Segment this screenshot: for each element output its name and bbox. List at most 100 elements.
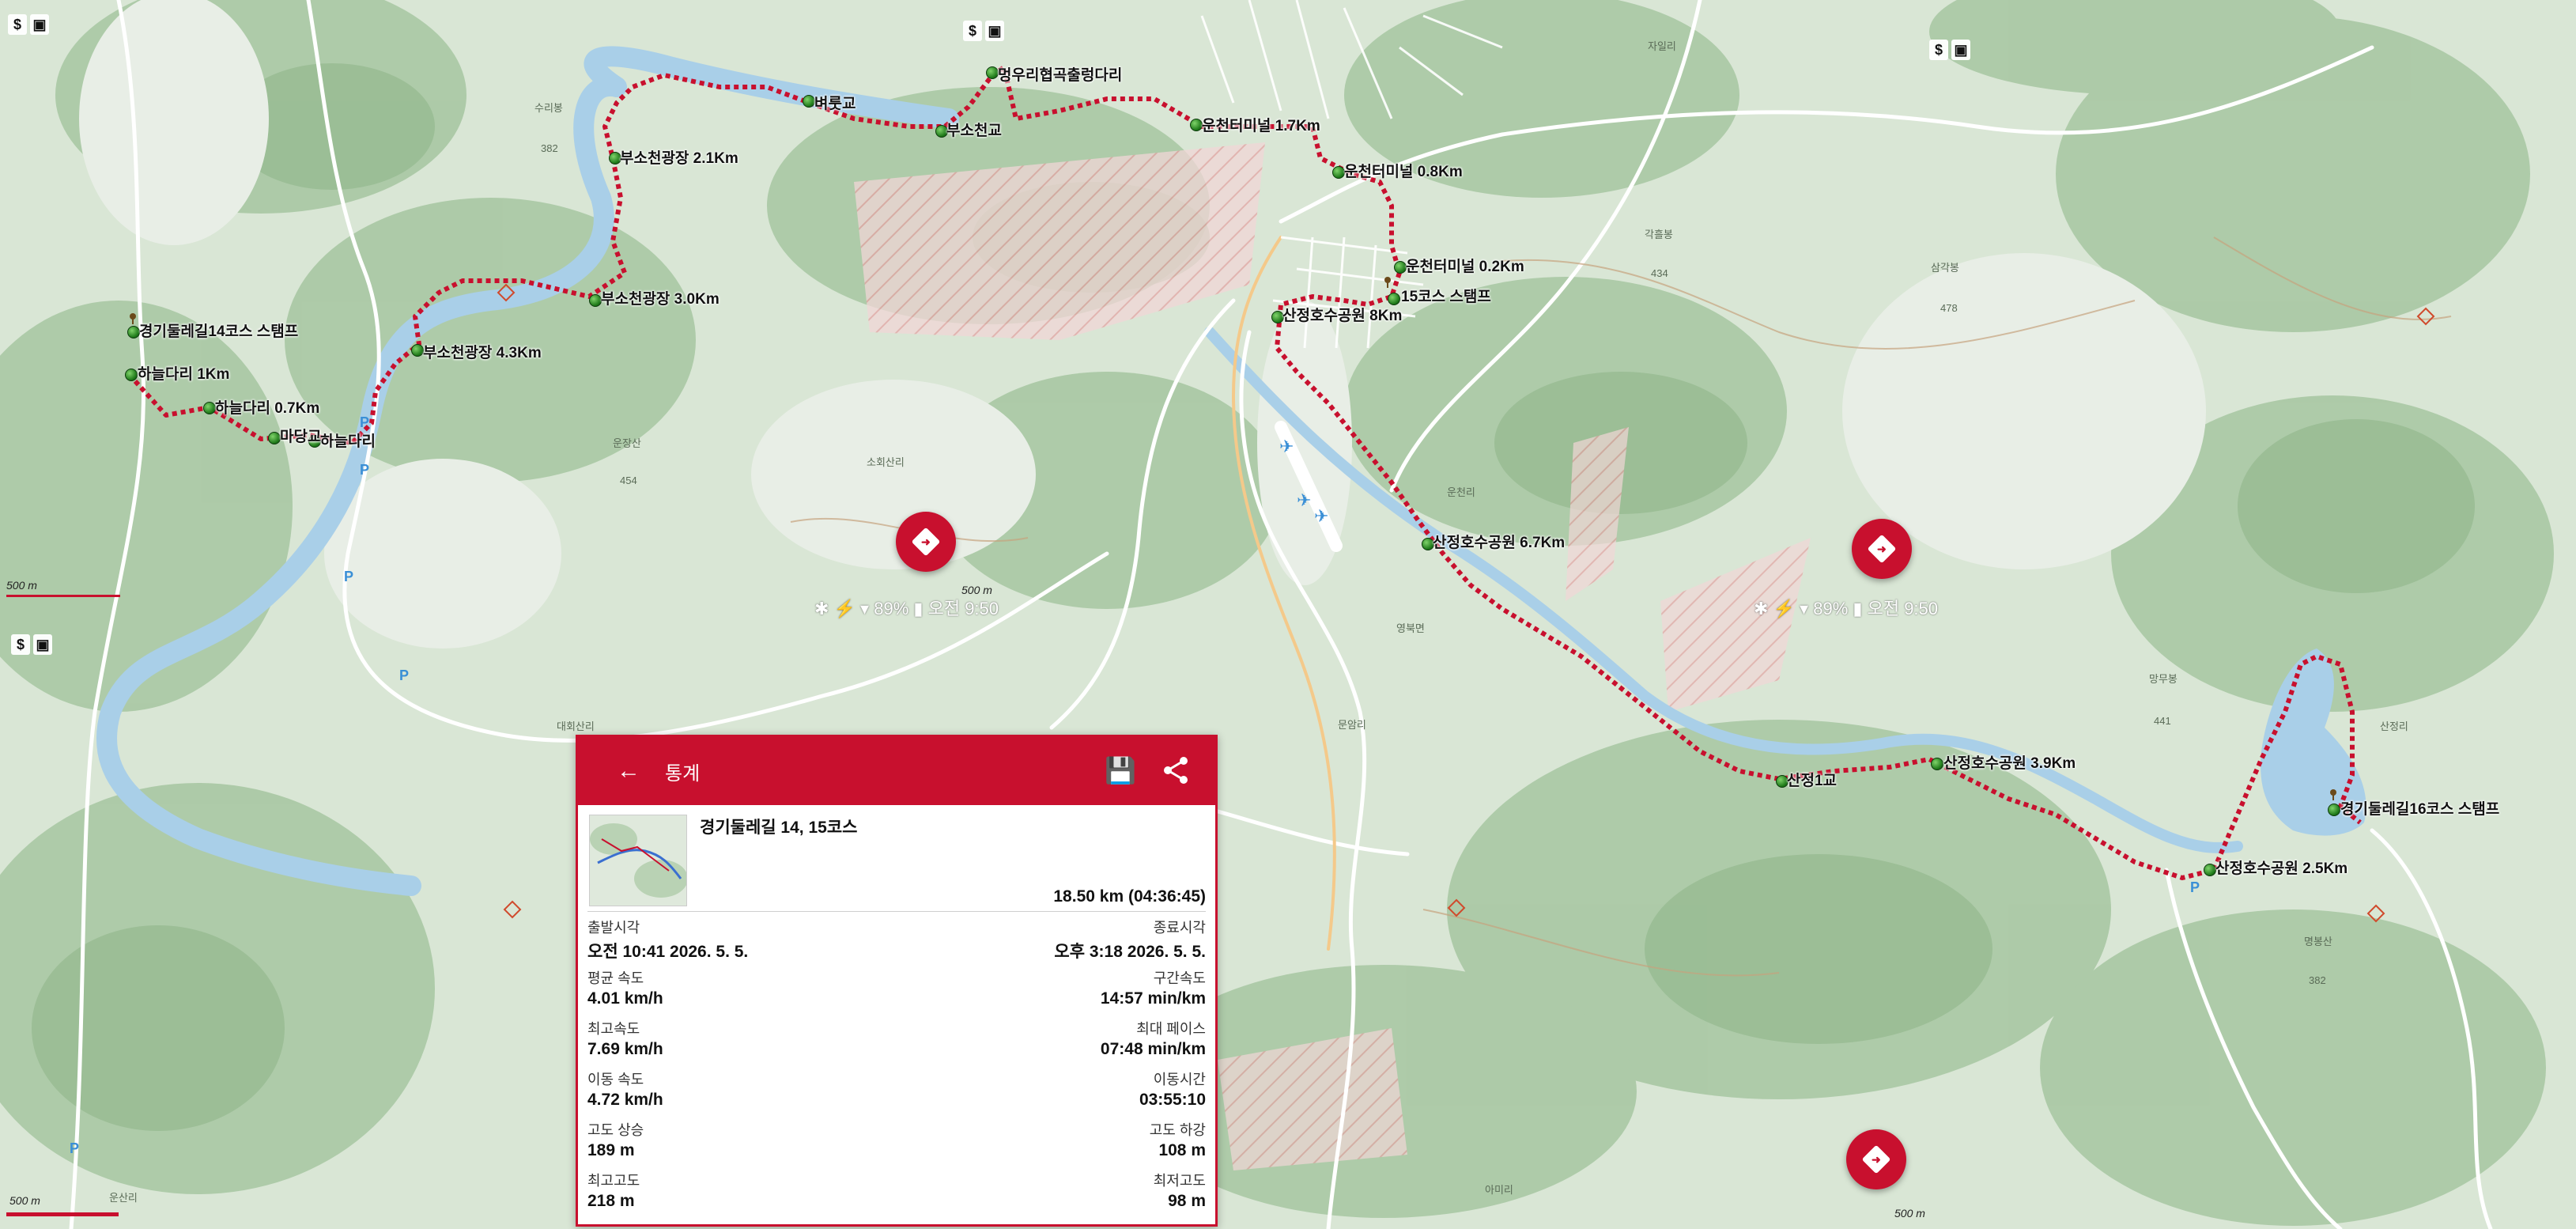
waypoint-label: 벼룻교 <box>814 96 856 112</box>
status-bar: ✱ ⚡ ▾ 89% ▮ 오전 9:50 <box>814 599 999 618</box>
waypoint-label: 부소천광장 4.3Km <box>423 345 542 361</box>
place-label: 382 <box>541 142 558 154</box>
waypoint-label: 부소천광장 2.1Km <box>620 150 738 167</box>
waypoint-marker[interactable] <box>803 95 815 108</box>
svg-text:✈: ✈ <box>1314 506 1328 526</box>
waypoint-marker[interactable] <box>203 402 216 414</box>
stat-label: 이동 속도 <box>587 1072 644 1087</box>
screen-select-icon[interactable]: ▣ <box>1951 40 1970 60</box>
stat-value: 03:55:10 <box>1139 1091 1206 1109</box>
share-icon <box>1164 757 1188 784</box>
svg-text:P: P <box>2190 879 2200 895</box>
battery-level: 89% <box>1813 599 1849 618</box>
screen-select-icon[interactable]: ▣ <box>33 634 52 655</box>
stats-row: 이동 속도 4.72 km/h 이동시간 03:55:10 <box>587 1064 1206 1114</box>
stat-value: 218 m <box>587 1192 635 1210</box>
waypoint-label: 운천터미널 0.8Km <box>1344 164 1463 180</box>
dollar-icon[interactable]: $ <box>1929 40 1948 60</box>
waypoint-label: 부소천교 <box>946 123 1002 139</box>
place-label: 382 <box>2309 974 2326 986</box>
place-label: 434 <box>1651 267 1668 279</box>
waypoint-marker[interactable] <box>268 432 281 444</box>
waypoint-label: 부소천광장 3.0Km <box>601 291 720 308</box>
route-thumbnail[interactable] <box>589 815 687 906</box>
save-button[interactable]: 💾 <box>1105 754 1136 786</box>
waypoint-label: 운천터미널 1.7Km <box>1202 118 1320 134</box>
stat-value: 7.69 km/h <box>587 1040 663 1058</box>
waypoint-label: 경기둘레길16코스 스탬프 <box>2340 801 2500 818</box>
navigate-button[interactable]: ➜ <box>896 512 956 572</box>
navigate-button[interactable]: ➜ <box>1852 519 1912 579</box>
place-label: 아미리 <box>1485 1184 1513 1196</box>
stat-value: 오전 10:41 2026. 5. 5. <box>587 943 749 961</box>
place-label: 산정리 <box>2380 720 2408 732</box>
directions-icon: ➜ <box>1861 1144 1891 1174</box>
stat-label: 고도 하강 <box>1149 1122 1206 1138</box>
stat-label: 구간속도 <box>1153 970 1206 986</box>
stats-grid: 출발시각 오전 10:41 2026. 5. 5. 종료시각 오후 3:18 2… <box>578 912 1215 1216</box>
waypoint-marker[interactable] <box>2204 864 2216 876</box>
stat-label: 평균 속도 <box>587 970 644 986</box>
map-toolbar: $ ▣ <box>1929 40 1970 60</box>
dollar-icon[interactable]: $ <box>963 21 982 41</box>
stat-value: 14:57 min/km <box>1100 989 1206 1008</box>
stat-value: 4.72 km/h <box>587 1091 663 1109</box>
waypoint-label: 15코스 스탬프 <box>1401 289 1491 305</box>
navigate-button[interactable]: ➜ <box>1846 1129 1906 1189</box>
stamp-pin-icon[interactable] <box>1384 277 1392 288</box>
waypoint-marker[interactable] <box>1931 758 1943 770</box>
waypoint-label: 산정1교 <box>1787 773 1838 789</box>
route-name: 경기둘레길 14, 15코스 <box>700 819 858 837</box>
save-icon: 💾 <box>1105 756 1136 785</box>
place-label: 소회산리 <box>867 456 905 468</box>
status-icons: ✱ ⚡ ▾ <box>1754 599 1814 618</box>
stat-label: 이동시간 <box>1153 1072 1206 1087</box>
scale-label: 500 m <box>6 579 37 592</box>
place-label: 454 <box>620 475 637 486</box>
svg-text:P: P <box>360 414 369 430</box>
stat-value: 07:48 min/km <box>1100 1040 1206 1058</box>
stamp-pin-icon[interactable] <box>2329 789 2337 800</box>
scale-label: 500 m <box>1894 1207 1925 1220</box>
stat-value: 189 m <box>587 1141 635 1159</box>
stamp-pin-icon[interactable] <box>129 313 137 324</box>
stat-value: 4.01 km/h <box>587 989 663 1008</box>
waypoint-marker[interactable] <box>125 369 138 381</box>
waypoint-marker[interactable] <box>411 344 424 357</box>
scale-bar <box>6 595 120 597</box>
place-label: 영북면 <box>1396 622 1425 634</box>
place-label: 문암리 <box>1338 719 1366 731</box>
waypoint-label: 마당교 <box>280 429 322 445</box>
back-button[interactable]: ← <box>613 755 644 787</box>
waypoint-marker[interactable] <box>589 294 602 307</box>
arrow-left-icon: ← <box>617 758 640 784</box>
map-canvas[interactable]: ✈✈✈ PPPPPP <box>0 0 2576 1229</box>
stat-value: 오후 3:18 2026. 5. 5. <box>1054 943 1206 961</box>
dollar-icon[interactable]: $ <box>8 14 27 35</box>
place-label: 삼각봉 <box>1931 262 1959 274</box>
battery-level: 89% <box>874 599 909 618</box>
waypoint-label: 산정호수공원 3.9Km <box>1943 755 2076 772</box>
stats-row: 최고고도 218 m 최저고도 98 m <box>587 1165 1206 1216</box>
route-summary[interactable]: 경기둘레길 14, 15코스 18.50 km (04:36:45) <box>587 805 1206 912</box>
place-label: 수리봉 <box>534 102 563 114</box>
waypoint-marker[interactable] <box>1190 119 1203 131</box>
status-icons: ✱ ⚡ ▾ <box>814 599 874 618</box>
scale-label: 500 m <box>9 1194 40 1207</box>
waypoint-label: 하늘다리 <box>320 433 376 450</box>
waypoint-marker[interactable] <box>1332 166 1345 179</box>
map-toolbar: $ ▣ <box>963 21 1004 41</box>
share-button[interactable] <box>1160 754 1192 786</box>
stat-label: 최고고도 <box>587 1173 640 1189</box>
dollar-icon[interactable]: $ <box>11 634 30 655</box>
screen-select-icon[interactable]: ▣ <box>30 14 49 35</box>
waypoint-marker[interactable] <box>2328 804 2340 816</box>
screen-select-icon[interactable]: ▣ <box>985 21 1004 41</box>
svg-text:P: P <box>399 667 409 683</box>
waypoint-marker[interactable] <box>1394 261 1407 274</box>
waypoint-marker[interactable] <box>127 326 140 338</box>
waypoint-label: 산정호수공원 6.7Km <box>1433 535 1566 551</box>
waypoint-marker[interactable] <box>986 66 999 79</box>
stats-row: 출발시각 오전 10:41 2026. 5. 5. 종료시각 오후 3:18 2… <box>587 912 1206 962</box>
scale-bar <box>6 1212 119 1216</box>
